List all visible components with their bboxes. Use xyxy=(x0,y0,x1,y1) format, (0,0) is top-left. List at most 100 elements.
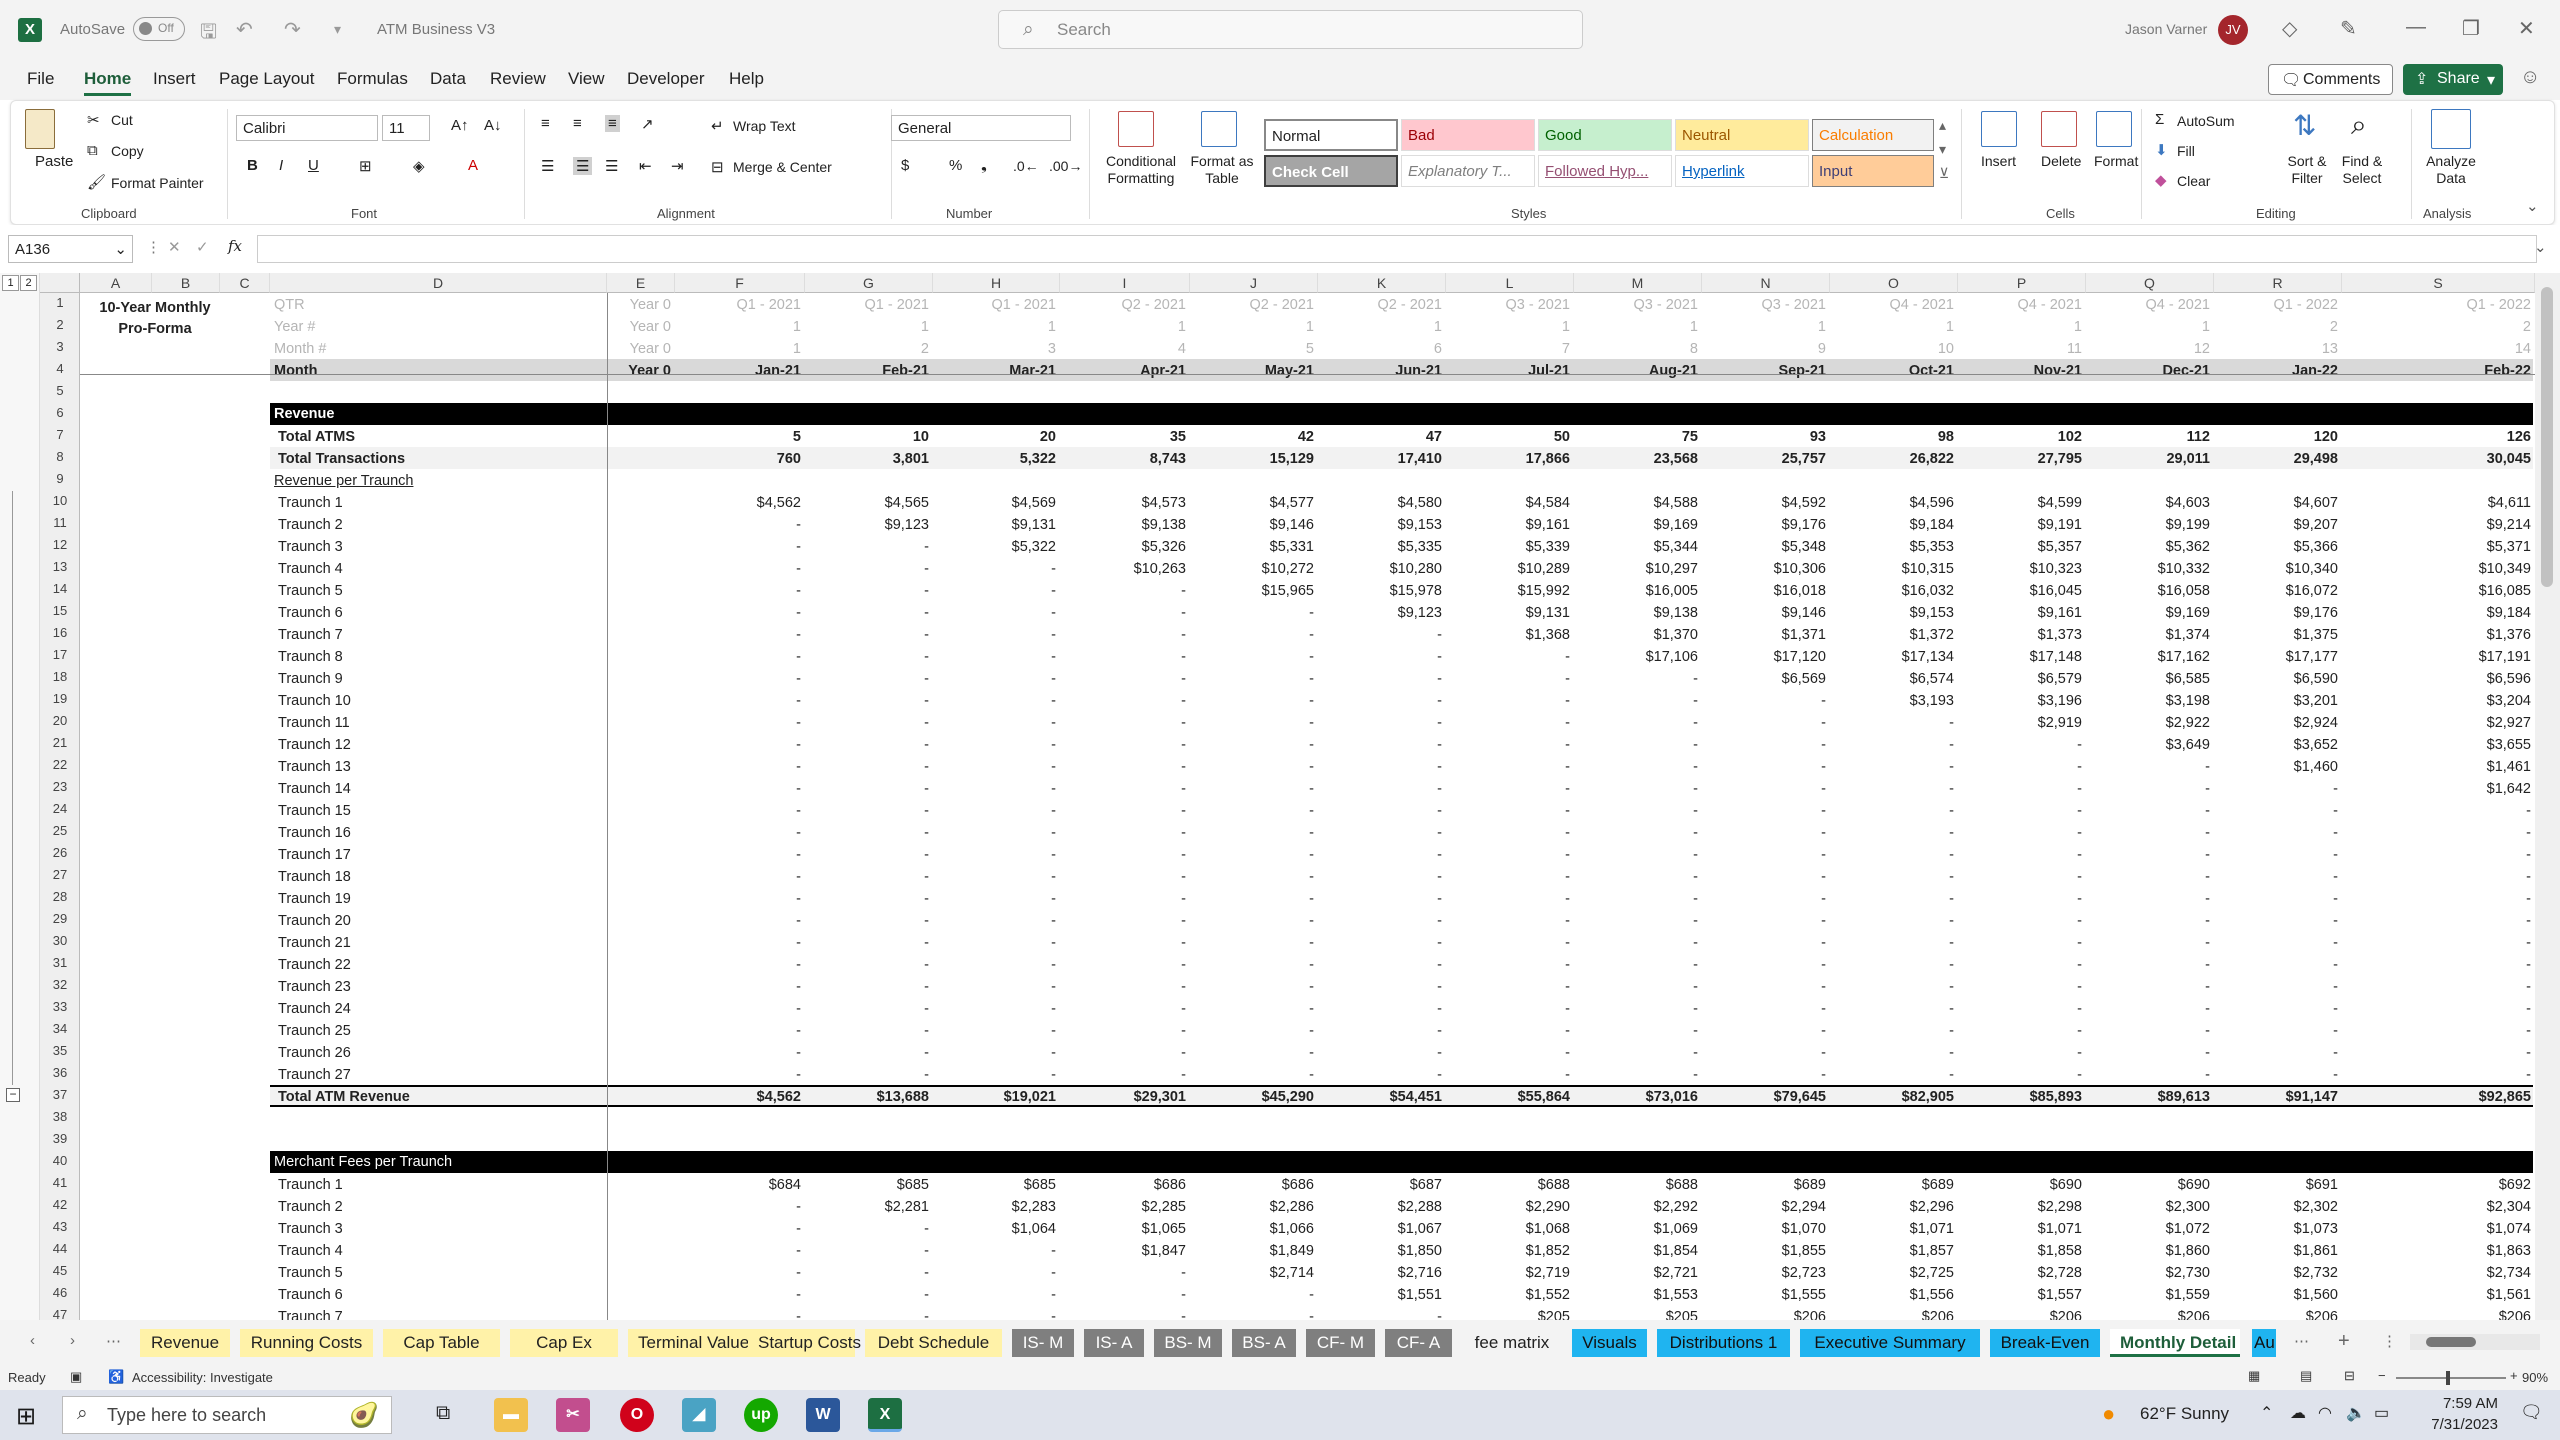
traunch-revenue-cell[interactable]: - xyxy=(2100,954,2210,976)
traunch-revenue-cell[interactable]: - xyxy=(2421,822,2531,844)
excel-taskbar-icon[interactable]: X xyxy=(868,1398,902,1432)
traunch-revenue-cell[interactable]: - xyxy=(1204,756,1314,778)
traunch-revenue-cell[interactable]: - xyxy=(1204,910,1314,932)
file-name[interactable]: ATM Business V3 xyxy=(377,21,495,38)
row-header[interactable]: 35 xyxy=(40,1043,80,1065)
total-atms-cell[interactable]: 112 xyxy=(2100,426,2210,448)
traunch-revenue-cell[interactable]: - xyxy=(819,888,929,910)
traunch-revenue-cell[interactable]: $6,590 xyxy=(2228,668,2338,690)
total-transactions-cell[interactable]: 760 xyxy=(691,448,801,470)
traunch-label[interactable]: Traunch 19 xyxy=(278,888,351,910)
traunch-revenue-cell[interactable]: - xyxy=(819,976,929,998)
decrease-indent-icon[interactable]: ⇤ xyxy=(639,157,652,175)
merchant-fee-cell[interactable]: $1,552 xyxy=(1460,1284,1570,1306)
merchant-fee-cell[interactable]: $1,559 xyxy=(2100,1284,2210,1306)
font-name-select[interactable]: Calibri xyxy=(236,115,378,141)
traunch-label[interactable]: Traunch 4 xyxy=(278,558,343,580)
traunch-revenue-cell[interactable]: - xyxy=(1204,1064,1314,1086)
traunch-revenue-cell[interactable]: - xyxy=(1076,602,1186,624)
traunch-revenue-cell[interactable]: - xyxy=(1076,778,1186,800)
merchant-fee-cell[interactable]: - xyxy=(691,1262,801,1284)
diamond-icon[interactable]: ◇ xyxy=(2282,16,2297,41)
total-transactions-cell[interactable]: 3,801 xyxy=(819,448,929,470)
traunch-revenue-cell[interactable]: - xyxy=(946,646,1056,668)
traunch-revenue-cell[interactable]: - xyxy=(1588,690,1698,712)
search-input[interactable]: ⌕ Search xyxy=(998,10,1583,49)
redo-icon[interactable]: ↷ xyxy=(284,17,301,42)
traunch-revenue-cell[interactable]: - xyxy=(1972,1020,2082,1042)
align-center-icon[interactable]: ☰ xyxy=(573,157,593,175)
month-cell[interactable]: Oct-21 xyxy=(1844,360,1954,382)
traunch-revenue-cell[interactable]: $10,289 xyxy=(1460,558,1570,580)
total-atm-revenue-cell[interactable]: $73,016 xyxy=(1588,1086,1698,1108)
traunch-revenue-cell[interactable]: $1,376 xyxy=(2421,624,2531,646)
revenue-per-traunch-label[interactable]: Revenue per Traunch xyxy=(274,470,413,492)
qtr-cell[interactable]: Q2 - 2021 xyxy=(1076,294,1187,316)
row-header[interactable]: 8 xyxy=(40,449,80,471)
autosave-toggle[interactable]: Off xyxy=(133,17,185,41)
wrap-text-button[interactable]: Wrap Text xyxy=(733,118,796,134)
currency-icon[interactable]: $ xyxy=(901,157,909,174)
traunch-revenue-cell[interactable]: - xyxy=(1844,866,1954,888)
traunch-revenue-cell[interactable]: - xyxy=(946,690,1056,712)
qtr-cell[interactable]: Q3 - 2021 xyxy=(1588,294,1699,316)
snipping-tool-icon[interactable]: ✂ xyxy=(556,1398,590,1432)
traunch-revenue-cell[interactable]: - xyxy=(1716,888,1826,910)
merchant-fee-cell[interactable]: $1,071 xyxy=(1972,1218,2082,1240)
month-cell[interactable]: Aug-21 xyxy=(1588,360,1698,382)
fill-color-icon[interactable]: ◈ xyxy=(413,157,425,175)
total-transactions-label[interactable]: Total Transactions xyxy=(278,448,405,470)
traunch-revenue-cell[interactable]: - xyxy=(1332,778,1442,800)
column-header-i[interactable]: I xyxy=(1060,273,1190,293)
traunch-revenue-cell[interactable]: $9,138 xyxy=(1588,602,1698,624)
menu-help[interactable]: Help xyxy=(729,69,764,89)
menu-developer[interactable]: Developer xyxy=(627,69,705,89)
traunch-revenue-cell[interactable]: - xyxy=(1460,1064,1570,1086)
month-cell[interactable]: Nov-21 xyxy=(1972,360,2082,382)
close-icon[interactable]: ✕ xyxy=(2518,16,2535,41)
year-cell[interactable]: 1 xyxy=(691,316,801,338)
traunch-revenue-cell[interactable]: $9,153 xyxy=(1332,514,1442,536)
minimize-icon[interactable]: — xyxy=(2406,16,2426,39)
traunch-revenue-cell[interactable]: $10,315 xyxy=(1844,558,1954,580)
merchant-fee-cell[interactable]: $2,723 xyxy=(1716,1262,1826,1284)
traunch-revenue-cell[interactable]: - xyxy=(2421,910,2531,932)
merchant-fee-cell[interactable]: $2,281 xyxy=(819,1196,929,1218)
sheet-tab-executive-summary[interactable]: Executive Summary xyxy=(1800,1329,1980,1357)
year-cell[interactable]: 1 xyxy=(1972,316,2082,338)
traunch-revenue-cell[interactable]: - xyxy=(1716,1064,1826,1086)
merchant-fee-cell[interactable]: - xyxy=(819,1240,929,1262)
traunch-revenue-cell[interactable]: - xyxy=(2228,998,2338,1020)
traunch-revenue-cell[interactable]: - xyxy=(1076,822,1186,844)
traunch-label[interactable]: Traunch 23 xyxy=(278,976,351,998)
traunch-revenue-cell[interactable]: - xyxy=(819,778,929,800)
row-header[interactable]: 44 xyxy=(40,1241,80,1263)
traunch-revenue-cell[interactable]: $4,596 xyxy=(1844,492,1954,514)
collapse-ribbon-icon[interactable]: ⌄ xyxy=(2526,197,2539,215)
traunch-revenue-cell[interactable]: - xyxy=(2100,800,2210,822)
traunch-revenue-cell[interactable]: $6,596 xyxy=(2421,668,2531,690)
traunch-revenue-cell[interactable]: - xyxy=(2100,756,2210,778)
traunch-revenue-cell[interactable]: - xyxy=(946,778,1056,800)
traunch-revenue-cell[interactable]: - xyxy=(1204,976,1314,998)
traunch-revenue-cell[interactable]: $6,569 xyxy=(1716,668,1826,690)
style-bad[interactable]: Bad xyxy=(1401,119,1535,151)
month-number-cell[interactable]: 13 xyxy=(2228,338,2338,360)
traunch-revenue-cell[interactable]: $9,176 xyxy=(1716,514,1826,536)
traunch-revenue-cell[interactable]: $16,085 xyxy=(2421,580,2531,602)
traunch-revenue-cell[interactable]: - xyxy=(691,998,801,1020)
traunch-revenue-cell[interactable]: - xyxy=(691,514,801,536)
month-cell[interactable]: Jun-21 xyxy=(1332,360,1442,382)
qtr-cell[interactable]: Q3 - 2021 xyxy=(1460,294,1571,316)
traunch-revenue-cell[interactable]: - xyxy=(946,1020,1056,1042)
row-header[interactable]: 29 xyxy=(40,911,80,933)
cut-button[interactable]: Cut xyxy=(111,112,133,128)
accessibility-status[interactable]: Accessibility: Investigate xyxy=(132,1370,273,1385)
traunch-revenue-cell[interactable]: - xyxy=(2100,932,2210,954)
traunch-revenue-cell[interactable]: - xyxy=(1716,778,1826,800)
merchant-fee-cell[interactable]: $2,286 xyxy=(1204,1196,1314,1218)
traunch-revenue-cell[interactable]: - xyxy=(1588,1064,1698,1086)
merchant-fee-cell[interactable]: - xyxy=(819,1284,929,1306)
traunch-revenue-cell[interactable]: - xyxy=(1204,954,1314,976)
style-normal[interactable]: Normal xyxy=(1264,119,1398,151)
